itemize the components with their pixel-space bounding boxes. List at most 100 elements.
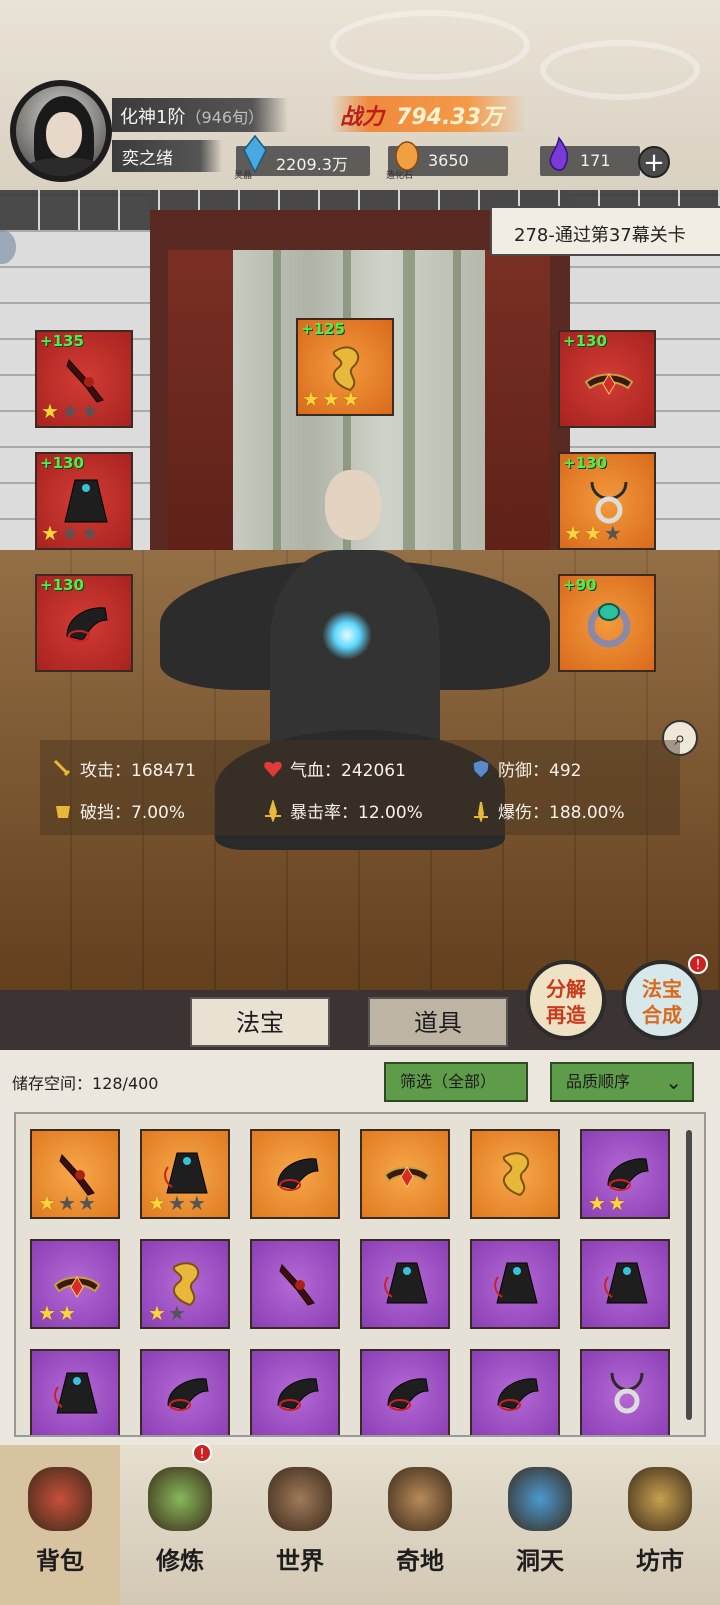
star-rating: ★ ★ ★ [41,399,99,423]
headband-icon [383,1166,431,1188]
armor-break-icon [56,806,70,818]
inventory-item[interactable] [140,1349,230,1435]
inventory-scrollbar[interactable] [686,1130,692,1420]
golden-talisman-icon [332,346,360,392]
nav-alert-badge: ! [192,1443,212,1463]
inventory-grid: ★ ★ ★ ★ ★ ★ ★ ★ ★ ★ ★ ★ [30,1129,670,1435]
storage-capacity: 储存空间：128/400 [12,1070,158,1094]
equip-slot-weapon[interactable]: +135 ★ ★ ★ [35,330,133,428]
currency-creation-stone: 造化石 3650 [386,141,508,181]
tab-treasure[interactable]: 法宝 [190,997,330,1047]
inventory-item[interactable] [470,1129,560,1219]
inventory-item[interactable] [470,1349,560,1435]
star-rating: ★ ★ ★ [38,1191,96,1215]
weapon-icon [59,1154,95,1196]
golden-talisman-icon [172,1262,200,1307]
inventory-item[interactable] [30,1349,120,1435]
equip-slot-necklace[interactable]: +130 ★ ★ ★ [558,452,656,550]
nav-cultivation[interactable]: 修炼! [120,1443,240,1605]
inventory-item[interactable] [580,1239,670,1329]
world-scroll-icon [268,1467,332,1531]
stat-hp: 气血：242061 [262,756,406,781]
inventory-item[interactable] [470,1239,560,1329]
inventory-item[interactable] [250,1129,340,1219]
tab-items[interactable]: 道具 [368,997,508,1047]
stat-attack-text: 攻击：168471 [80,761,196,781]
sword-icon [53,759,71,777]
weapon-icon [279,1264,315,1306]
decompose-button[interactable]: 分解 再造 [526,960,606,1040]
equip-bonus: +125 [301,320,345,338]
decompose-label-2: 再造 [546,1003,586,1027]
inventory-item[interactable] [580,1349,670,1435]
nav-world-scroll[interactable]: 世界 [240,1445,360,1605]
currency-value: 2209.3万 [276,155,348,174]
inventory-item[interactable]: ★ ★ [140,1239,230,1329]
star-rating: ★ ★ ★ [148,1191,206,1215]
currency-value: 171 [580,151,611,170]
synthesis-label-1: 法宝 [642,977,682,1001]
inventory-item[interactable] [360,1129,450,1219]
nav-bag[interactable]: 背包 [0,1445,120,1605]
quest-banner[interactable]: 278-通过第37幕关卡 [490,206,720,256]
nav-market[interactable]: 坊市 [600,1445,720,1605]
character-model [160,440,550,960]
equip-slot-amulet[interactable]: +125 ★ ★ ★ [296,318,394,416]
star-rating: ★ ★ ★ [41,521,99,545]
nav-mystic-land[interactable]: 奇地 [360,1445,480,1605]
boots-icon [167,1378,209,1411]
star-rating: ★ ★ ★ [564,521,622,545]
stat-defense-text: 防御：492 [498,761,582,781]
filter-button[interactable]: 筛选（全部） [384,1062,528,1102]
star-rating: ★ ★ ★ [302,387,360,411]
currency-purple-flame: 171 [540,136,640,176]
inventory-panel: 储存空间：128/400 筛选（全部） 品质顺序 ⌄ ★ ★ ★ ★ ★ ★ ★ ★ ★ ★ ★ ★ [0,1050,720,1445]
shield-icon [472,759,490,779]
boots-icon [277,1378,319,1411]
synthesis-alert-badge: ! [688,954,708,974]
cloud-decoration [330,10,530,80]
player-avatar[interactable] [10,80,112,182]
robe-icon [384,1262,428,1304]
inventory-item[interactable] [250,1349,340,1435]
equip-slot-headband[interactable]: +130 [558,330,656,428]
equip-slot-ring[interactable]: +90 [558,574,656,672]
boots-icon [607,1158,649,1191]
inventory-item[interactable]: ★ ★ ★ [140,1129,230,1219]
stat-attack: 攻击：168471 [52,756,196,781]
nav-cave-portal[interactable]: 洞天 [480,1445,600,1605]
character-scene: 278-通过第37幕关卡 +135 ★ ★ ★ +125 ★ ★ ★ +130 +130… [0,190,720,990]
inventory-item[interactable]: ★ ★ ★ [30,1129,120,1219]
robe-icon [494,1262,538,1304]
bag-icon [28,1467,92,1531]
realm-plate: 化神1阶（946旬） [112,98,288,132]
add-currency-button[interactable]: + [638,146,670,178]
sort-dropdown[interactable]: 品质顺序 ⌄ [550,1062,694,1102]
treasure-synthesis-button[interactable]: 法宝 合成 [622,960,702,1040]
inventory-item[interactable]: ★ ★ [30,1239,120,1329]
currency-caption: 灵晶 [234,171,253,181]
inventory-item[interactable]: ★ ★ [580,1129,670,1219]
nav-label: 奇地 [396,1547,444,1575]
inventory-item[interactable] [360,1349,450,1435]
stat-crit-damage-text: 爆伤：188.00% [498,803,625,823]
equip-bonus: +130 [40,576,84,594]
robe-icon [604,1262,648,1304]
spirit-orb [322,610,372,660]
weapon-icon [66,359,104,403]
player-name: 奕之绪 [112,140,222,172]
inventory-item[interactable] [360,1239,450,1329]
stats-panel: 攻击：168471 气血：242061 防御：492 破挡：7.00% 暴击率：… [40,740,680,835]
equip-bonus: +130 [563,454,607,472]
nav-label: 坊市 [636,1547,684,1575]
stat-armor-break: 破挡：7.00% [52,798,185,823]
equip-slot-boots[interactable]: +130 [35,574,133,672]
decompose-label-1: 分解 [546,977,586,1001]
combat-power: 战力 794.33万 [330,96,526,132]
crit-damage-icon [474,801,488,822]
equip-bonus: +130 [563,332,607,350]
stat-crit-rate-text: 暴击率：12.00% [290,803,423,823]
equip-bonus: +135 [40,332,84,350]
inventory-item[interactable] [250,1239,340,1329]
equip-slot-robe[interactable]: +130 ★ ★ ★ [35,452,133,550]
